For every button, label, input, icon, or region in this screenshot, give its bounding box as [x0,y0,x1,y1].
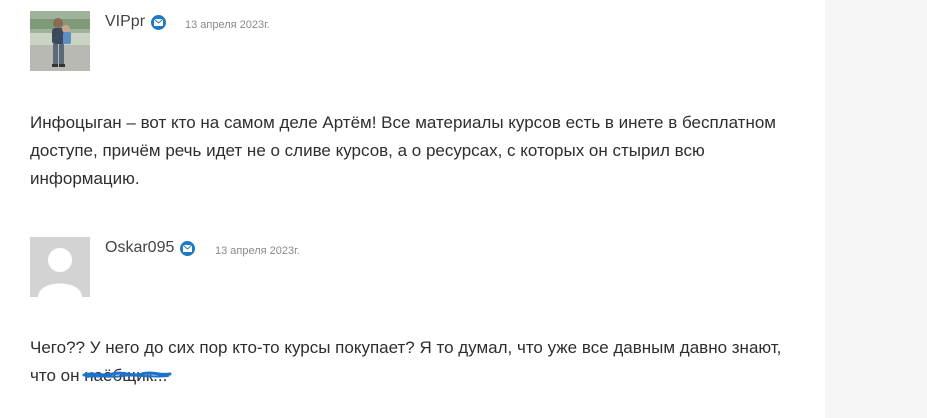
author-name[interactable]: VIPpr [105,13,145,31]
comment-text: Инфоцыган – вот кто на самом деле Артём!… [30,113,776,188]
right-sidebar-panel [825,0,927,418]
avatar[interactable] [30,11,90,71]
mail-icon [151,14,167,30]
default-user-avatar-icon [30,237,90,297]
scribbled-word-text: наёбщик... [84,366,168,385]
comment-text: Чего?? У него до сих пор кто-то курсы по… [30,334,790,390]
comment-author[interactable]: VIPpr [105,13,167,31]
comment-header: VIPpr 13 апреля 2023г. [30,11,790,73]
comment-date: 13 апреля 2023г. [215,245,300,257]
comment-header: Oskar095 13 апреля 2023г. [30,237,790,299]
author-name[interactable]: Oskar095 [105,239,174,257]
user-photo-avatar-icon [30,11,90,71]
comment: VIPpr 13 апреля 2023г. Инфоцыган – вот к… [30,11,790,188]
comment-date: 13 апреля 2023г. [185,19,270,31]
mail-icon [180,240,196,256]
avatar[interactable] [30,237,90,297]
comment-author[interactable]: Oskar095 [105,239,196,257]
scribbled-word: наёбщик... [82,362,172,390]
comment: Oskar095 13 апреля 2023г. Чего?? У него … [30,237,790,385]
